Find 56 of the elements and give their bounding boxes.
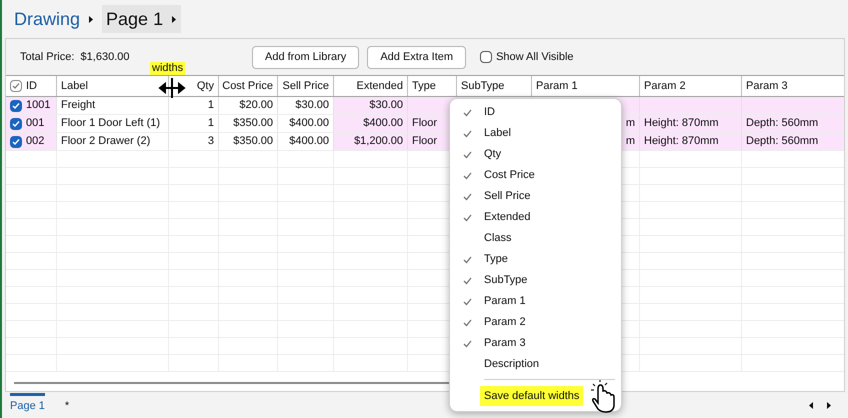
page-tab[interactable]: Page 1 xyxy=(10,393,45,417)
column-header[interactable]: Type xyxy=(408,76,457,96)
menu-item[interactable]: Sell Price xyxy=(450,186,621,207)
column-header[interactable]: Sell Price xyxy=(278,76,334,96)
column-header[interactable]: Param 1 xyxy=(532,76,640,96)
toolbar-button[interactable]: Add Extra Item xyxy=(367,46,466,68)
table-cell: $30.00 xyxy=(334,97,408,114)
chevron-icon[interactable] xyxy=(88,14,94,24)
menu-item[interactable]: Cost Price xyxy=(450,165,621,186)
column-header[interactable]: SubType xyxy=(457,76,532,96)
table-cell: Depth: 560mm xyxy=(742,115,844,132)
table-cell: Floor 2 Drawer (2) xyxy=(57,133,169,150)
row-checkbox[interactable] xyxy=(10,100,22,112)
checkbox-label: Show All Visible xyxy=(496,50,574,65)
menu-item[interactable]: Param 2 xyxy=(450,312,621,333)
total-price: Total Price: $1,630.00 xyxy=(20,50,130,65)
menu-item[interactable]: Type xyxy=(450,249,621,270)
column-header[interactable]: Param 2 xyxy=(640,76,742,96)
breadcrumb-item[interactable]: Drawing xyxy=(14,6,80,32)
column-header[interactable]: Param 3 xyxy=(742,76,844,96)
table-cell: Freight xyxy=(57,97,169,114)
table-cell: Height: 870mm xyxy=(640,133,742,150)
tooltip: widths xyxy=(150,62,186,75)
menu-item[interactable]: SubType xyxy=(450,270,621,291)
menu-item[interactable]: Param 3 xyxy=(450,333,621,354)
checkbox[interactable] xyxy=(480,51,492,63)
table-cell: 1 xyxy=(169,115,219,132)
toolbar-button[interactable]: Add from Library xyxy=(252,46,360,68)
menu-item[interactable]: Extended xyxy=(450,207,621,228)
row-checkbox[interactable] xyxy=(10,136,22,148)
table-cell: 3 xyxy=(169,133,219,150)
column-header[interactable]: Cost Price xyxy=(219,76,278,96)
table-cell: $350.00 xyxy=(219,115,278,132)
table-cell: Floor 1 Door Left (1) xyxy=(57,115,169,132)
menu-item[interactable]: Class xyxy=(450,228,621,249)
chevron-icon[interactable] xyxy=(171,14,178,24)
column-header[interactable]: Extended xyxy=(334,76,408,96)
scroll-right-icon[interactable] xyxy=(826,400,832,410)
table-cell: $400.00 xyxy=(334,115,408,132)
save-widths-menu-item[interactable]: Save default widths xyxy=(480,386,584,406)
row-checkbox[interactable] xyxy=(10,118,22,130)
table-cell: $350.00 xyxy=(219,133,278,150)
table-cell: 1001 xyxy=(6,97,57,114)
table-cell: $20.00 xyxy=(219,97,278,114)
table-cell: 001 xyxy=(6,115,57,132)
page-tab[interactable]: * xyxy=(64,393,70,417)
table-cell: 002 xyxy=(6,133,57,150)
table-cell: Height: 870mm xyxy=(640,115,742,132)
scroll-left-icon[interactable] xyxy=(808,400,814,410)
table-cell: Depth: 560mm xyxy=(742,133,844,150)
menu-item[interactable]: Description xyxy=(450,354,621,375)
resize-cursor-icon xyxy=(157,78,187,98)
table-cell: $1,200.00 xyxy=(334,133,408,150)
select-all-checkbox[interactable] xyxy=(10,80,22,92)
menu-item[interactable]: Param 1 xyxy=(450,291,621,312)
column-header[interactable]: ID xyxy=(6,76,57,96)
